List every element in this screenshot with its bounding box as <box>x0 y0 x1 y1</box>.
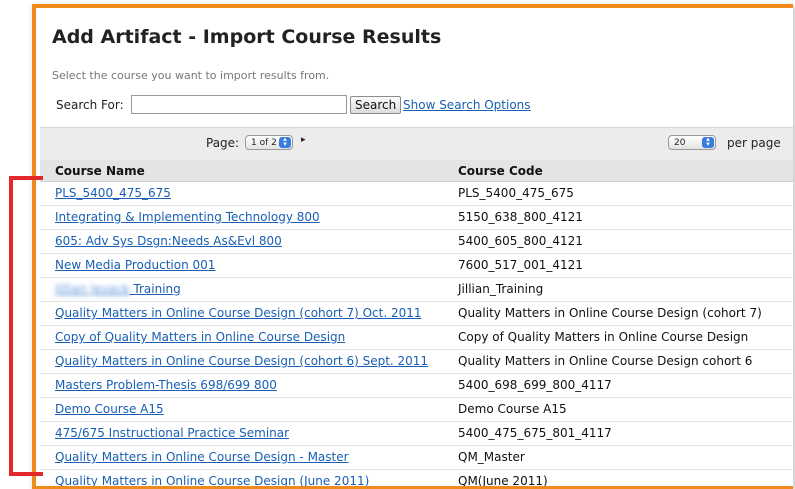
course-code: Quality Matters in Online Course Design … <box>458 306 762 320</box>
course-name-link[interactable]: Quality Matters in Online Course Design … <box>55 354 428 368</box>
course-name-link[interactable]: Integrating & Implementing Technology 80… <box>55 210 320 224</box>
course-name-link[interactable]: 475/675 Instructional Practice Seminar <box>55 426 289 440</box>
table-row: New Media Production 001 7600_517_001_41… <box>40 254 793 278</box>
import-course-panel: Add Artifact - Import Course Results Sel… <box>32 4 793 489</box>
table-row: Quality Matters in Online Course Design … <box>40 350 793 374</box>
course-code: Jillian_Training <box>458 282 544 296</box>
course-code: 5150_638_800_4121 <box>458 210 583 224</box>
course-code: QM_Master <box>458 450 525 464</box>
table-header: Course Name Course Code <box>40 160 793 182</box>
next-page-icon[interactable]: ▸ <box>301 135 306 145</box>
course-name-link[interactable]: Quality Matters in Online Course Design … <box>55 450 349 464</box>
course-name-text: Training <box>133 282 181 296</box>
table-row: Quality Matters in Online Course Design … <box>40 302 793 326</box>
course-table-body: PLS_5400_475_675 PLS_5400_475_675 Integr… <box>40 182 793 488</box>
course-code: Quality Matters in Online Course Design … <box>458 354 753 368</box>
table-row: Masters Problem-Thesis 698/699 800 5400_… <box>40 374 793 398</box>
table-row: Integrating & Implementing Technology 80… <box>40 206 793 230</box>
table-row: Jillian Jevack Training Jillian_Training <box>40 278 793 302</box>
page-title: Add Artifact - Import Course Results <box>52 26 442 48</box>
instructions-text: Select the course you want to import res… <box>52 69 330 82</box>
course-code: QM(June 2011) <box>458 474 548 488</box>
table-row: Quality Matters in Online Course Design … <box>40 446 793 470</box>
table-row: Copy of Quality Matters in Online Course… <box>40 326 793 350</box>
course-name-link[interactable]: Masters Problem-Thesis 698/699 800 <box>55 378 277 392</box>
search-button[interactable]: Search <box>350 96 402 114</box>
course-code: 5400_605_800_4121 <box>458 234 583 248</box>
per-page-value: 20 <box>674 138 686 148</box>
course-code: 7600_517_001_4121 <box>458 258 583 272</box>
select-arrows-icon: ▴ ▾ <box>702 136 714 148</box>
page-select[interactable]: 1 of 2 ▴ ▾ <box>245 135 293 150</box>
select-arrows-icon: ▴ ▾ <box>279 136 291 148</box>
course-name-link[interactable]: Quality Matters in Online Course Design … <box>55 474 369 486</box>
course-name-link[interactable]: PLS_5400_475_675 <box>55 186 171 200</box>
per-page-label: per page <box>727 136 781 150</box>
course-code: PLS_5400_475_675 <box>458 186 574 200</box>
page-select-value: 1 of 2 <box>251 138 277 148</box>
blurred-name: Jillian Jevack <box>55 282 130 296</box>
course-name-link[interactable]: 605: Adv Sys Dsgn:Needs As&Evl 800 <box>55 234 282 248</box>
course-code: Copy of Quality Matters in Online Course… <box>458 330 749 344</box>
table-row: 475/675 Instructional Practice Seminar 5… <box>40 422 793 446</box>
table-row: 605: Adv Sys Dsgn:Needs As&Evl 800 5400_… <box>40 230 793 254</box>
pagination-bar: Page: 1 of 2 ▴ ▾ ▸ 20 ▴ ▾ per page <box>40 127 793 161</box>
table-row: PLS_5400_475_675 PLS_5400_475_675 <box>40 182 793 206</box>
table-row: Quality Matters in Online Course Design … <box>40 470 793 488</box>
course-code: 5400_698_699_800_4117 <box>458 378 612 392</box>
course-name-link[interactable]: Quality Matters in Online Course Design … <box>55 306 422 320</box>
course-name-link[interactable]: Demo Course A15 <box>55 402 164 416</box>
search-row: Search For: Search Show Search Options <box>52 94 772 116</box>
table-row: Demo Course A15 Demo Course A15 <box>40 398 793 422</box>
column-header-course-code[interactable]: Course Code <box>458 164 543 178</box>
per-page-select[interactable]: 20 ▴ ▾ <box>668 135 716 150</box>
red-bracket-annotation <box>9 176 43 476</box>
course-name-link[interactable]: Copy of Quality Matters in Online Course… <box>55 330 345 344</box>
course-code: 5400_475_675_801_4117 <box>458 426 612 440</box>
show-search-options-link[interactable]: Show Search Options <box>403 98 531 112</box>
column-header-course-name[interactable]: Course Name <box>55 164 145 178</box>
search-label: Search For: <box>56 98 124 112</box>
search-input[interactable] <box>131 95 347 114</box>
page-label: Page: <box>206 136 240 150</box>
course-name-link[interactable]: Jillian Jevack Training <box>55 282 181 296</box>
course-code: Demo Course A15 <box>458 402 567 416</box>
course-name-link[interactable]: New Media Production 001 <box>55 258 215 272</box>
